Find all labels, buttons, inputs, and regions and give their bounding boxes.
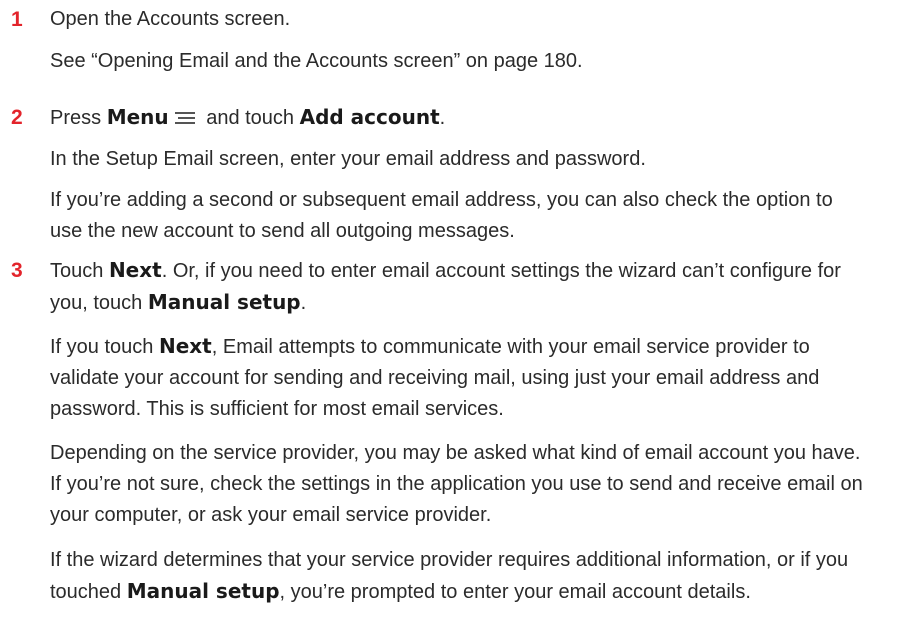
manual-setup-label: Manual setup — [126, 579, 280, 603]
add-account-label: Add account — [299, 105, 440, 129]
instruction-text: Touch — [50, 260, 109, 282]
step-number: 3 — [11, 259, 23, 282]
instruction-text: . — [439, 107, 446, 129]
step-instruction: Press Menu and touch Add account. — [50, 102, 870, 134]
step-note: In the Setup Email screen, enter your em… — [50, 148, 646, 170]
step-note: Depending on the service provider, you m… — [50, 442, 863, 526]
step-number: 1 — [11, 8, 23, 31]
menu-icon — [174, 111, 195, 125]
instruction-text: and touch — [200, 107, 300, 129]
next-label: Next — [108, 258, 162, 282]
next-label: Next — [158, 334, 212, 358]
note-text: , you’re prompted to enter your email ac… — [279, 581, 751, 603]
step-note: See “Opening Email and the Accounts scre… — [50, 50, 583, 72]
step-instruction: Open the Accounts screen. — [50, 8, 291, 30]
step-instruction: Touch Next. Or, if you need to enter ema… — [50, 255, 870, 319]
instruction-text: Press — [50, 107, 107, 129]
step-note: If the wizard determines that your servi… — [50, 545, 870, 608]
step-number: 2 — [11, 106, 23, 129]
instruction-text: . — [300, 292, 307, 314]
step-note: If you touch Next, Email attempts to com… — [50, 331, 870, 425]
manual-setup-label: Manual setup — [147, 290, 301, 314]
step-note: If you’re adding a second or subsequent … — [50, 189, 833, 242]
note-text: If you touch — [50, 336, 159, 358]
menu-key-label: Menu — [106, 105, 169, 129]
